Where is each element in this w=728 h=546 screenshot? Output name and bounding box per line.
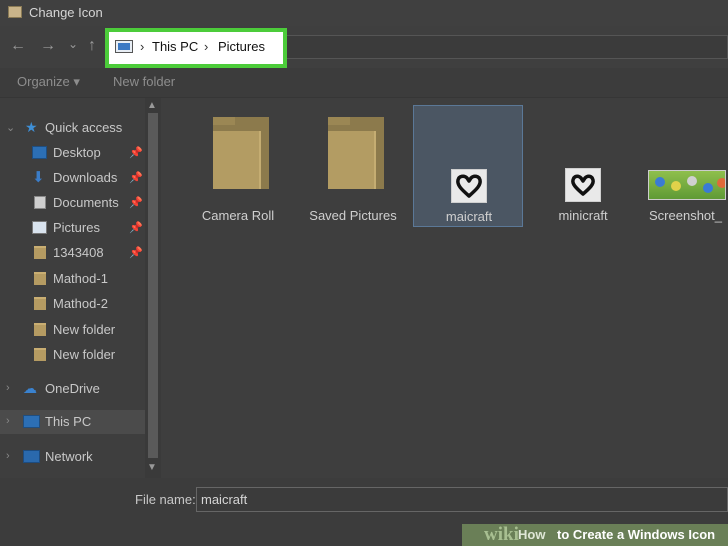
- scroll-up-icon[interactable]: ▲: [147, 100, 157, 111]
- chevron-right-icon[interactable]: ›: [6, 415, 10, 427]
- navigation-pane: ⌄ ★ Quick access Desktop 📌 ⬇ Downloads 📌…: [0, 110, 162, 478]
- folder-icon: [34, 323, 46, 336]
- sidebar-item-label: New folder: [53, 347, 116, 362]
- command-toolbar: Organize ▾ New folder: [0, 68, 728, 98]
- star-icon: ★: [25, 119, 38, 135]
- sidebar-item-new-folder[interactable]: New folder: [0, 343, 145, 367]
- sidebar-item-desktop[interactable]: Desktop 📌: [0, 141, 145, 165]
- title-bar: Change Icon: [0, 0, 728, 26]
- folder-icon: [8, 6, 22, 18]
- sidebar-item-label: Network: [45, 449, 93, 464]
- folder-icon: [328, 117, 384, 189]
- folder-icon: [34, 272, 46, 285]
- pictures-location-icon: [115, 40, 133, 53]
- file-item-maicraft[interactable]: maicraft: [413, 105, 523, 227]
- sidebar-item-onedrive[interactable]: › ☁ OneDrive: [0, 377, 145, 401]
- new-folder-button[interactable]: New folder: [113, 74, 175, 89]
- sidebar-item-documents[interactable]: Documents 📌: [0, 191, 145, 215]
- sidebar-item-mathod-2[interactable]: Mathod-2: [0, 292, 145, 316]
- pin-icon[interactable]: 📌: [129, 196, 143, 209]
- chevron-right-icon[interactable]: ›: [6, 382, 10, 394]
- address-bar-field[interactable]: [286, 35, 728, 59]
- chevron-right-icon[interactable]: ›: [6, 450, 10, 462]
- sidebar-item-pictures[interactable]: Pictures 📌: [0, 216, 145, 240]
- sidebar-item-label: Pictures: [53, 220, 100, 235]
- watermark-how: How: [518, 527, 546, 542]
- sidebar-item-quick-access[interactable]: ⌄ ★ Quick access: [0, 116, 145, 140]
- breadcrumb-this-pc[interactable]: This PC: [152, 39, 198, 54]
- pin-icon[interactable]: 📌: [129, 246, 143, 259]
- pin-icon[interactable]: 📌: [129, 221, 143, 234]
- file-name: minicraft: [558, 208, 608, 223]
- folder-icon: [34, 297, 46, 310]
- file-name-label: File name:: [135, 492, 196, 507]
- file-name: Camera Roll: [201, 208, 275, 223]
- scroll-down-icon[interactable]: ▼: [147, 462, 157, 473]
- sidebar-item-label: Desktop: [53, 145, 101, 160]
- sidebar-item-label: Mathod-2: [53, 296, 108, 311]
- network-icon: [23, 450, 40, 463]
- sidebar-item-label: Quick access: [45, 120, 123, 135]
- file-item-camera-roll[interactable]: Camera Roll: [183, 105, 293, 227]
- recent-locations-icon[interactable]: ⌄: [68, 36, 78, 52]
- sidebar-item-label: Documents: [53, 195, 119, 210]
- computer-icon: [23, 415, 40, 428]
- breadcrumb-separator: ›: [204, 39, 209, 54]
- cloud-icon: ☁: [23, 380, 37, 396]
- sidebar-item-network[interactable]: › Network: [0, 445, 145, 469]
- back-arrow-icon[interactable]: ←: [10, 38, 26, 54]
- pin-icon[interactable]: 📌: [129, 171, 143, 184]
- folder-icon: [34, 348, 46, 361]
- pictures-icon: [32, 221, 47, 234]
- sidebar-item-new-folder[interactable]: New folder: [0, 318, 145, 342]
- sidebar-item-label: Downloads: [53, 170, 118, 185]
- file-name: Saved Pictures: [309, 208, 397, 223]
- up-arrow-icon[interactable]: ↑: [88, 38, 96, 54]
- breadcrumb-pictures[interactable]: Pictures: [218, 39, 265, 54]
- sidebar-item-label: 1343408: [53, 245, 104, 260]
- desktop-icon: [32, 146, 47, 159]
- download-icon: ⬇: [32, 169, 45, 186]
- heart-icon: [451, 169, 487, 203]
- folder-icon: [34, 246, 46, 259]
- sidebar-item-downloads[interactable]: ⬇ Downloads 📌: [0, 166, 145, 190]
- breadcrumb-separator: ›: [140, 39, 145, 54]
- organize-button[interactable]: Organize ▾: [17, 74, 80, 90]
- sidebar-item-label: New folder: [53, 322, 116, 337]
- sidebar-item-label: Mathod-1: [53, 271, 108, 286]
- file-name: Screenshot_: [649, 208, 722, 223]
- sidebar-item-label: This PC: [45, 414, 92, 429]
- file-name-input[interactable]: [196, 487, 728, 512]
- window-title: Change Icon: [29, 5, 103, 20]
- forward-arrow-icon[interactable]: →: [40, 38, 56, 54]
- sidebar-item-this-pc[interactable]: › This PC: [0, 410, 145, 434]
- watermark-logo: wiki: [484, 524, 519, 545]
- folder-icon: [213, 117, 269, 189]
- file-name: maicraft: [445, 209, 493, 224]
- sidebar-item-label: OneDrive: [45, 381, 100, 396]
- file-item-saved-pictures[interactable]: Saved Pictures: [298, 105, 408, 227]
- file-item-screenshot[interactable]: Screenshot_: [646, 105, 728, 227]
- file-item-minicraft[interactable]: minicraft: [528, 105, 638, 227]
- address-bar-highlight[interactable]: › This PC › Pictures: [105, 28, 287, 68]
- screenshot-thumbnail: [648, 170, 726, 200]
- sidebar-item-1343408[interactable]: 1343408 📌: [0, 241, 145, 265]
- heart-icon: [565, 168, 601, 202]
- sidebar-scrollbar-thumb[interactable]: [148, 113, 158, 458]
- file-list: Camera Roll Saved Pictures maicraft mini…: [162, 98, 728, 478]
- chevron-down-icon[interactable]: ⌄: [6, 121, 15, 134]
- document-icon: [34, 196, 46, 209]
- pin-icon[interactable]: 📌: [129, 146, 143, 159]
- sidebar-item-mathod-1[interactable]: Mathod-1: [0, 267, 145, 291]
- watermark-title: to Create a Windows Icon: [557, 527, 716, 542]
